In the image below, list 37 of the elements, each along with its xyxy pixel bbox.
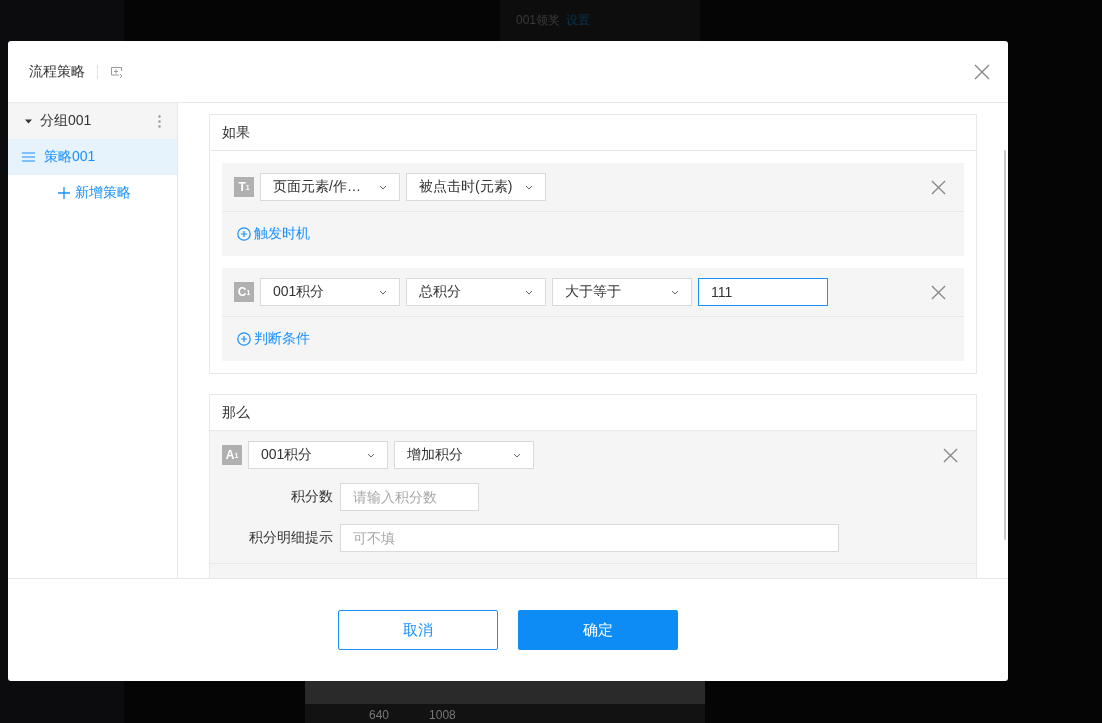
select-field[interactable]: 页面元素/作…	[260, 173, 400, 201]
section-title: 如果	[222, 123, 250, 142]
plus-circle-icon	[237, 332, 251, 346]
chevron-down-icon	[671, 289, 679, 295]
height-value: 1008	[429, 708, 456, 722]
select-field[interactable]: 大于等于	[552, 278, 692, 306]
dialog-title: 流程策略	[29, 62, 85, 81]
chevron-down-icon	[367, 452, 375, 458]
chevron-down-icon	[513, 452, 521, 458]
width-value: 640	[369, 708, 390, 722]
field-label: 积分数	[290, 488, 333, 506]
caret-down-icon[interactable]	[25, 117, 32, 125]
delete-icon[interactable]	[931, 284, 946, 300]
text-input[interactable]: 请输入积分数	[340, 483, 479, 511]
select-field[interactable]: 001积分	[248, 441, 388, 469]
select-field[interactable]: 001积分	[260, 278, 400, 306]
group-item[interactable]: 分组001	[8, 103, 177, 139]
field-label: 积分明细提示	[248, 529, 333, 547]
chevron-down-icon	[525, 289, 533, 295]
more-icon[interactable]	[158, 114, 161, 128]
value-input[interactable]: 111	[698, 278, 828, 306]
delete-icon[interactable]	[943, 447, 958, 463]
scrollbar[interactable]	[1004, 150, 1006, 540]
plus-circle-icon	[237, 227, 251, 241]
list-icon	[22, 152, 35, 162]
chevron-down-icon	[379, 184, 387, 190]
chevron-down-icon	[379, 289, 387, 295]
select-field[interactable]: 增加积分	[394, 441, 534, 469]
plus-icon	[58, 187, 70, 199]
select-field[interactable]: 被点击时(元素)	[406, 173, 546, 201]
close-icon[interactable]	[974, 63, 990, 80]
select-field[interactable]: 总积分	[406, 278, 546, 306]
delete-icon[interactable]	[931, 179, 946, 195]
text-input[interactable]: 可不填	[340, 524, 839, 552]
chevron-down-icon	[525, 184, 533, 190]
box-arrow-icon[interactable]	[110, 64, 124, 79]
section-title: 那么	[222, 403, 250, 422]
